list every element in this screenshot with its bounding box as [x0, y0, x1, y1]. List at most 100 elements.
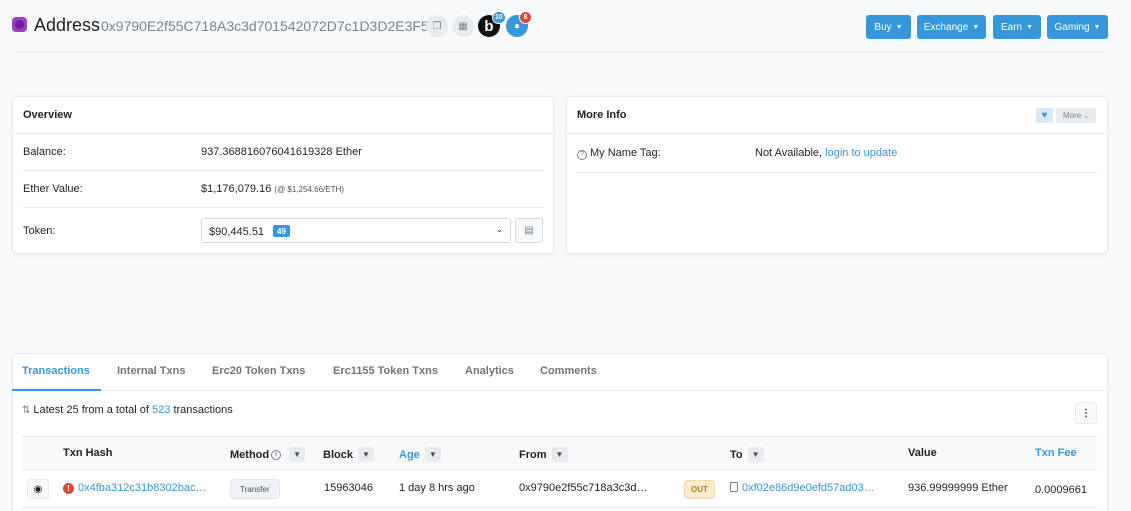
- method-badge: Transfer: [230, 479, 280, 499]
- site-logo-icon: [12, 17, 27, 32]
- token-value: $90,445.51: [209, 226, 265, 238]
- tab-comments[interactable]: Comments: [540, 365, 597, 377]
- overview-card: Overview Balance: 937.368816076041619328…: [12, 96, 554, 254]
- ether-value-amount: $1,176,079.16: [201, 183, 272, 195]
- name-tag-label-text: My Name Tag:: [590, 147, 661, 159]
- from-address: 0x9790e2f55c718a3c3d…: [519, 482, 648, 494]
- th-to: To ▼: [730, 447, 764, 462]
- more-info-title: More Info: [577, 109, 627, 121]
- divider: [577, 172, 1097, 173]
- name-tag-label: ? My Name Tag:: [577, 147, 661, 160]
- sort-icon: ⇅: [22, 405, 31, 416]
- eye-icon[interactable]: ◉: [27, 479, 49, 499]
- txn-hash-link[interactable]: 0x4fba312c31b8302bac…: [78, 482, 206, 494]
- more-options-icon[interactable]: ⋮: [1075, 402, 1097, 424]
- th-block-label: Block: [323, 448, 353, 461]
- chevron-down-icon: ▼: [1026, 23, 1034, 31]
- balance-label: Balance:: [23, 146, 66, 158]
- page-title: Address: [34, 15, 101, 35]
- tab-analytics[interactable]: Analytics: [465, 365, 514, 377]
- filter-icon[interactable]: ▼: [289, 447, 306, 462]
- ether-value-label: Ether Value:: [23, 183, 83, 195]
- contract-file-icon: [730, 482, 738, 492]
- th-from-label: From: [519, 448, 547, 461]
- buy-button-label: Buy: [874, 21, 892, 33]
- active-tab-indicator: [12, 389, 101, 391]
- th-age[interactable]: Age ▼: [399, 447, 441, 462]
- txn-fee-cell: 0.0009661: [1035, 484, 1087, 496]
- gaming-button-label: Gaming: [1054, 21, 1090, 33]
- qr-code-icon[interactable]: ▦: [452, 15, 474, 37]
- th-value: Value: [908, 447, 937, 459]
- th-from: From ▼: [519, 447, 568, 462]
- wallet-icon[interactable]: ▤: [515, 218, 543, 243]
- direction-badge: OUT: [684, 480, 715, 499]
- more-info-card: More Info ♥ More ⌄ ? My Name Tag: Not Avai…: [566, 96, 1108, 254]
- exchange-button-label: Exchange: [923, 21, 969, 33]
- age-cell: 1 day 8 hrs ago: [399, 482, 475, 494]
- balance-value: 937.368816076041619328 Ether: [201, 146, 362, 158]
- chat-notification-badge: 8: [519, 11, 532, 24]
- copy-icon[interactable]: ❐: [426, 15, 448, 37]
- txn-hash-cell: ! 0x4fba312c31b8302bac…: [63, 482, 206, 494]
- error-icon: !: [63, 483, 74, 494]
- total-transactions-link[interactable]: 523: [152, 404, 170, 416]
- token-label: Token:: [23, 225, 56, 237]
- info-circle-icon: i: [271, 449, 282, 460]
- row-divider: [22, 507, 1097, 508]
- transactions-summary: ⇅ Latest 25 from a total of 523 transacti…: [22, 404, 233, 416]
- to-address-link[interactable]: 0xf02e86d9e0efd57ad03…: [742, 482, 875, 494]
- to-cell: 0xf02e86d9e0efd57ad03…: [730, 482, 875, 494]
- login-to-update-link[interactable]: login to update: [825, 147, 897, 159]
- page-header: Address 0x9790E2f55C718A3c3d701542072D7c…: [0, 0, 1131, 52]
- chevron-down-icon: ▼: [972, 23, 980, 31]
- chevron-down-icon: ▼: [1093, 23, 1101, 31]
- filter-icon[interactable]: ▼: [424, 447, 441, 462]
- summary-suffix: transactions: [173, 404, 233, 416]
- ether-value: $1,176,079.16 (@ $1,254.66/ETH): [201, 183, 344, 195]
- favorite-heart-icon[interactable]: ♥: [1036, 108, 1053, 123]
- th-txn-hash: Txn Hash: [63, 447, 113, 459]
- header-divider: [12, 51, 1108, 52]
- token-holdings-dropdown[interactable]: $90,445.51 49 ⌄: [201, 218, 511, 243]
- block-link[interactable]: 15963046: [324, 482, 373, 494]
- summary-prefix: Latest 25 from a total of: [33, 404, 149, 416]
- question-circle-icon: ?: [577, 150, 587, 160]
- filter-icon[interactable]: ▼: [551, 447, 568, 462]
- th-age-label[interactable]: Age: [399, 449, 420, 461]
- token-count-badge: 49: [273, 225, 290, 237]
- chevron-down-icon: ⌄: [496, 225, 503, 234]
- filter-icon[interactable]: ▼: [357, 447, 374, 462]
- tabs-divider: [13, 390, 1107, 391]
- value-cell: 936.99999999 Ether: [908, 482, 1008, 494]
- divider: [23, 170, 543, 171]
- th-method: Method i ▼: [230, 447, 306, 462]
- th-txn-fee[interactable]: Txn Fee: [1035, 447, 1077, 459]
- divider: [23, 207, 543, 208]
- earn-button[interactable]: Earn ▼: [993, 15, 1041, 39]
- name-tag-value-text: Not Available,: [755, 147, 823, 159]
- overview-card-header: Overview: [13, 97, 553, 134]
- ether-price: (@ $1,254.66/ETH): [274, 185, 344, 194]
- th-block: Block ▼: [323, 447, 374, 462]
- more-info-card-header: More Info ♥ More ⌄: [567, 97, 1107, 134]
- more-dropdown-button[interactable]: More ⌄: [1056, 108, 1096, 123]
- th-method-label: Method: [230, 448, 270, 461]
- b-notification-badge: 10: [492, 11, 506, 24]
- th-to-label: To: [730, 448, 743, 461]
- tab-erc1155-token-txns[interactable]: Erc1155 Token Txns: [333, 365, 438, 377]
- gaming-button[interactable]: Gaming ▼: [1047, 15, 1108, 39]
- tab-erc20-token-txns[interactable]: Erc20 Token Txns: [212, 365, 305, 377]
- overview-title: Overview: [23, 109, 72, 121]
- exchange-button[interactable]: Exchange ▼: [917, 15, 986, 39]
- more-button-label: More: [1062, 111, 1082, 120]
- address-hash: 0x9790E2f55C718A3c3d701542072D7c1D3D2E3F…: [101, 18, 433, 34]
- tab-internal-txns[interactable]: Internal Txns: [117, 365, 185, 377]
- filter-icon[interactable]: ▼: [747, 447, 764, 462]
- name-tag-value: Not Available, login to update: [755, 147, 897, 159]
- tab-transactions[interactable]: Transactions: [22, 365, 90, 377]
- buy-button[interactable]: Buy ▼: [866, 15, 911, 39]
- chevron-down-icon: ▼: [895, 23, 903, 31]
- earn-button-label: Earn: [1000, 21, 1023, 33]
- chevron-down-icon: ⌄: [1083, 112, 1090, 120]
